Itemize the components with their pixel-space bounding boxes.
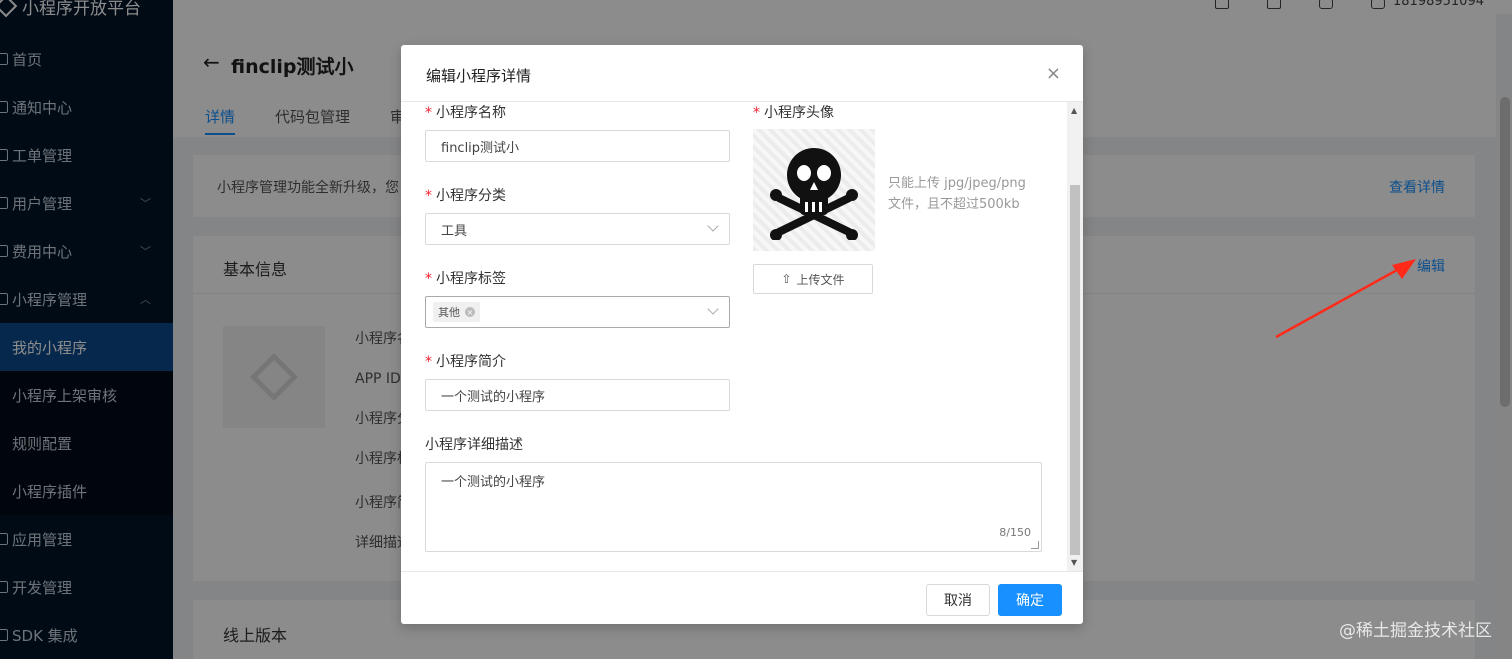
dialog-scrollbar[interactable]: ▲ ▼ bbox=[1067, 102, 1083, 571]
intro-input[interactable]: 一个测试的小程序 bbox=[425, 379, 730, 411]
tags-label: * 小程序标签 bbox=[425, 271, 506, 287]
edit-miniprogram-dialog: 编辑小程序详情 × * 小程序名称 finclip测试小 * 小程序分类 工具 * 小… bbox=[401, 45, 1083, 624]
scroll-up-icon[interactable]: ▲ bbox=[1071, 106, 1077, 115]
category-label: * 小程序分类 bbox=[425, 188, 506, 204]
dialog-scrollbar-thumb[interactable] bbox=[1070, 185, 1080, 555]
char-counter: 8/150 bbox=[999, 526, 1031, 539]
tag-chip: 其他 × bbox=[433, 302, 480, 322]
dialog-footer: 取消 确定 bbox=[401, 571, 1083, 624]
required-mark: * bbox=[425, 271, 432, 287]
scroll-down-icon[interactable]: ▼ bbox=[1071, 558, 1077, 567]
category-select[interactable]: 工具 bbox=[425, 213, 730, 245]
required-mark: * bbox=[425, 105, 432, 121]
name-label: * 小程序名称 bbox=[425, 105, 506, 121]
chevron-down-icon bbox=[707, 220, 719, 232]
description-textarea[interactable]: 一个测试的小程序 8/150 bbox=[425, 462, 1042, 552]
intro-label: * 小程序简介 bbox=[425, 354, 506, 370]
chevron-down-icon bbox=[707, 303, 719, 315]
resize-grip-icon[interactable] bbox=[1031, 541, 1039, 549]
watermark: @稀土掘金技术社区 bbox=[1339, 621, 1492, 641]
close-icon[interactable]: × bbox=[1046, 63, 1061, 84]
dialog-body: * 小程序名称 finclip测试小 * 小程序分类 工具 * 小程序标签 其他 × *… bbox=[401, 102, 1067, 571]
avatar-preview[interactable] bbox=[753, 129, 875, 251]
upload-file-button[interactable]: ⇧ 上传文件 bbox=[753, 264, 873, 294]
dialog-title: 编辑小程序详情 bbox=[426, 67, 532, 85]
confirm-button[interactable]: 确定 bbox=[998, 584, 1062, 616]
required-mark: * bbox=[753, 105, 760, 121]
tag-remove-icon[interactable]: × bbox=[465, 307, 475, 317]
dialog-header: 编辑小程序详情 × bbox=[401, 45, 1083, 102]
upload-icon: ⇧ bbox=[781, 272, 792, 286]
skull-crossbones-icon bbox=[770, 148, 858, 240]
required-mark: * bbox=[425, 188, 432, 204]
cancel-button[interactable]: 取消 bbox=[926, 584, 990, 616]
tags-select[interactable]: 其他 × bbox=[425, 296, 730, 328]
description-label: 小程序详细描述 bbox=[425, 437, 523, 453]
avatar-hint: 只能上传 jpg/jpeg/png 文件，且不超过500kb bbox=[888, 176, 1026, 212]
avatar-label: * 小程序头像 bbox=[753, 105, 834, 121]
annotation-arrow-icon bbox=[1275, 259, 1416, 339]
name-input[interactable]: finclip测试小 bbox=[425, 130, 730, 162]
required-mark: * bbox=[425, 354, 432, 370]
